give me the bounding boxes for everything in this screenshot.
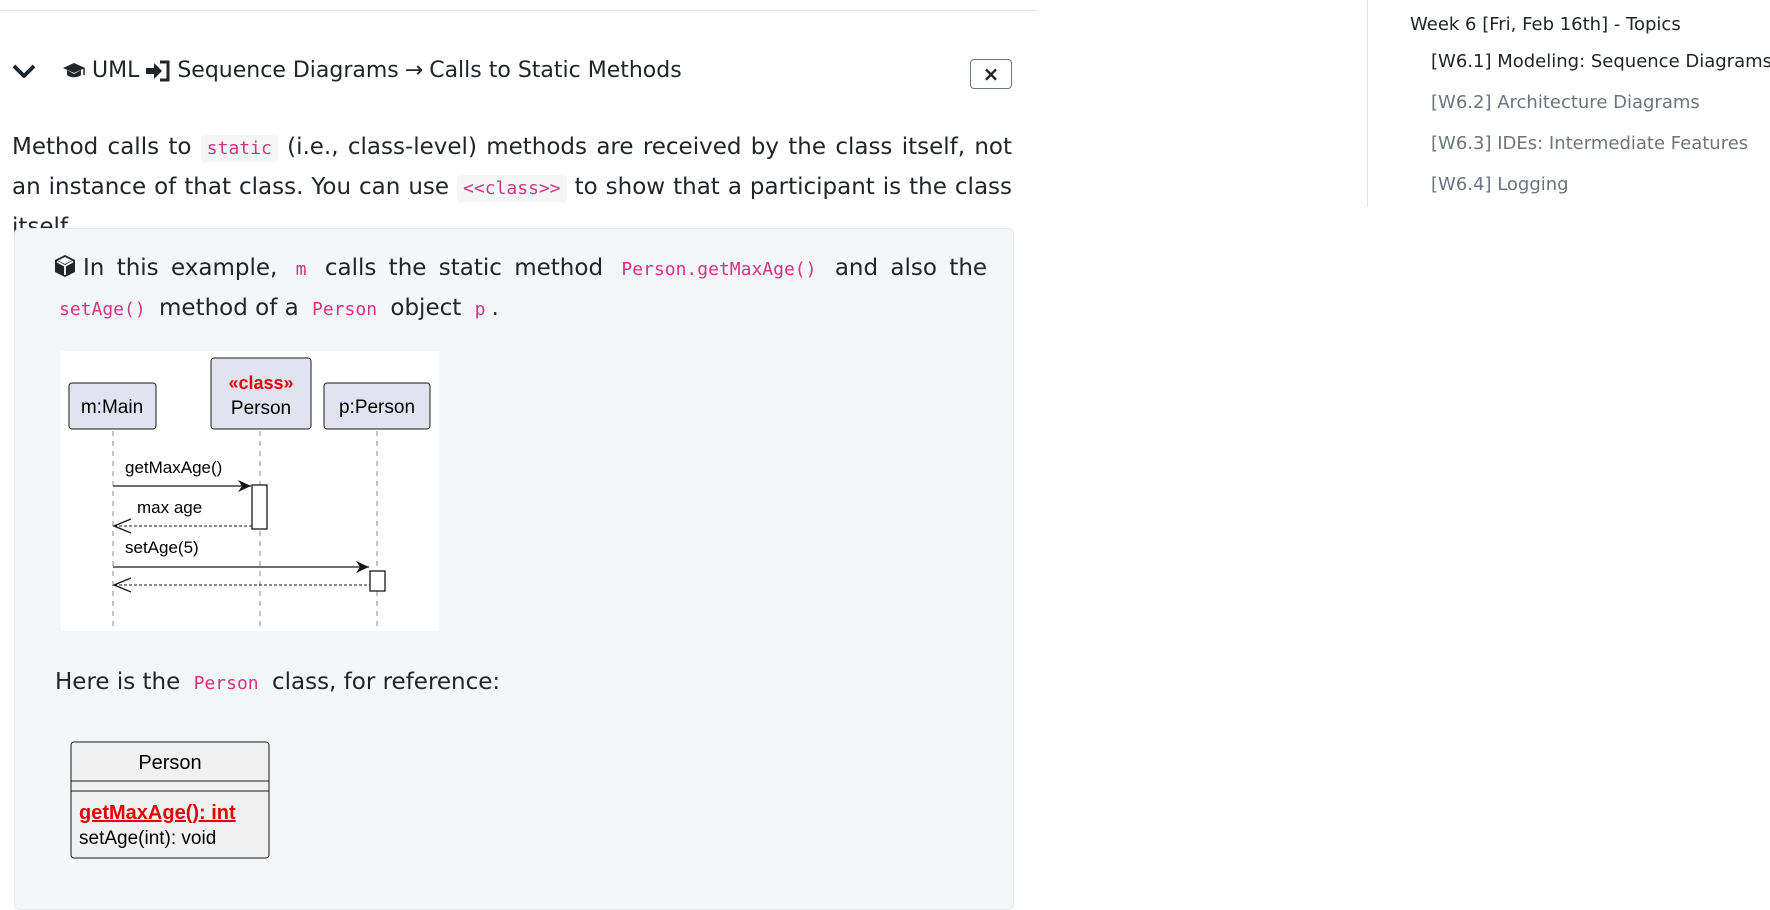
close-button[interactable]: × <box>970 59 1012 89</box>
participant-main-label: m:Main <box>81 397 143 418</box>
reference-text-2: class, for reference: <box>271 669 501 695</box>
title-sequence-diagrams: Sequence Diagrams <box>177 58 399 83</box>
code-getmaxage: Person.getMaxAge() <box>621 259 817 280</box>
participant-stereotype: «class» <box>228 373 293 393</box>
panel-header[interactable]: UML Sequence Diagrams → Calls to Static … <box>12 50 1012 90</box>
code-person-ref: Person <box>193 673 259 694</box>
graduation-cap-icon <box>63 62 85 77</box>
toc-item-w6-2[interactable]: [W6.2] Architecture Diagrams <box>1410 82 1770 123</box>
example-text-2: calls the static method <box>324 255 604 281</box>
example-text-3: and also the <box>834 255 988 281</box>
activation-p-person <box>369 570 386 592</box>
toc-item-w6-4[interactable]: [W6.4] Logging <box>1410 164 1770 205</box>
example-box: In this example, m calls the static meth… <box>14 228 1014 910</box>
topics-nav: Week 6 [Fri, Feb 16th] - Topics [W6.1] M… <box>1410 8 1770 205</box>
box-icon <box>55 255 75 277</box>
code-p: p <box>474 299 486 320</box>
code-m: m <box>295 259 307 280</box>
example-text-5: object <box>390 295 462 321</box>
message-setage-label: setAge(5) <box>125 538 199 557</box>
close-icon: × <box>982 62 1000 86</box>
code-class-stereotype: <<class>> <box>457 175 567 202</box>
toc-heading[interactable]: Week 6 [Fri, Feb 16th] - Topics <box>1410 8 1770 41</box>
panel-title: UML Sequence Diagrams → Calls to Static … <box>62 58 682 83</box>
class-diagram: Person getMaxAge(): int setAge(int): voi… <box>70 741 270 859</box>
title-static-methods: Calls to Static Methods <box>429 58 682 83</box>
sequence-diagram: m:Main «class» Person p:Person getMaxAge… <box>61 351 439 631</box>
code-person: Person <box>312 299 378 320</box>
reference-paragraph: Here is the Person class, for reference: <box>55 669 500 695</box>
chevron-down-icon[interactable] <box>12 62 36 80</box>
title-arrow: → <box>404 58 424 83</box>
activation-person-class <box>251 484 268 530</box>
title-uml: UML <box>92 58 140 83</box>
toc-item-w6-1[interactable]: [W6.1] Modeling: Sequence Diagrams <box>1410 41 1770 82</box>
toc-item-w6-3[interactable]: [W6.3] IDEs: Intermediate Features <box>1410 123 1770 164</box>
sign-in-icon <box>146 60 170 81</box>
class-name: Person <box>138 752 201 774</box>
participant-p-person-label: p:Person <box>339 397 415 418</box>
message-maxage-label: max age <box>137 498 202 517</box>
example-text-1: In this example, <box>83 255 278 281</box>
reference-text-1: Here is the <box>55 669 181 695</box>
code-static: static <box>200 135 278 162</box>
toc-divider <box>1367 0 1368 207</box>
example-text-4: method of a <box>159 295 299 321</box>
class-method-setage: setAge(int): void <box>79 828 216 849</box>
example-paragraph: In this example, m calls the static meth… <box>53 249 987 329</box>
participant-person-class-label: Person <box>231 398 291 419</box>
intro-text-1: Method calls to <box>12 134 192 160</box>
example-text-6: . <box>491 295 499 321</box>
class-method-getmaxage: getMaxAge(): int <box>79 802 236 824</box>
message-getmaxage-label: getMaxAge() <box>125 458 222 477</box>
top-divider <box>0 10 1037 11</box>
code-setage: setAge() <box>59 299 146 320</box>
